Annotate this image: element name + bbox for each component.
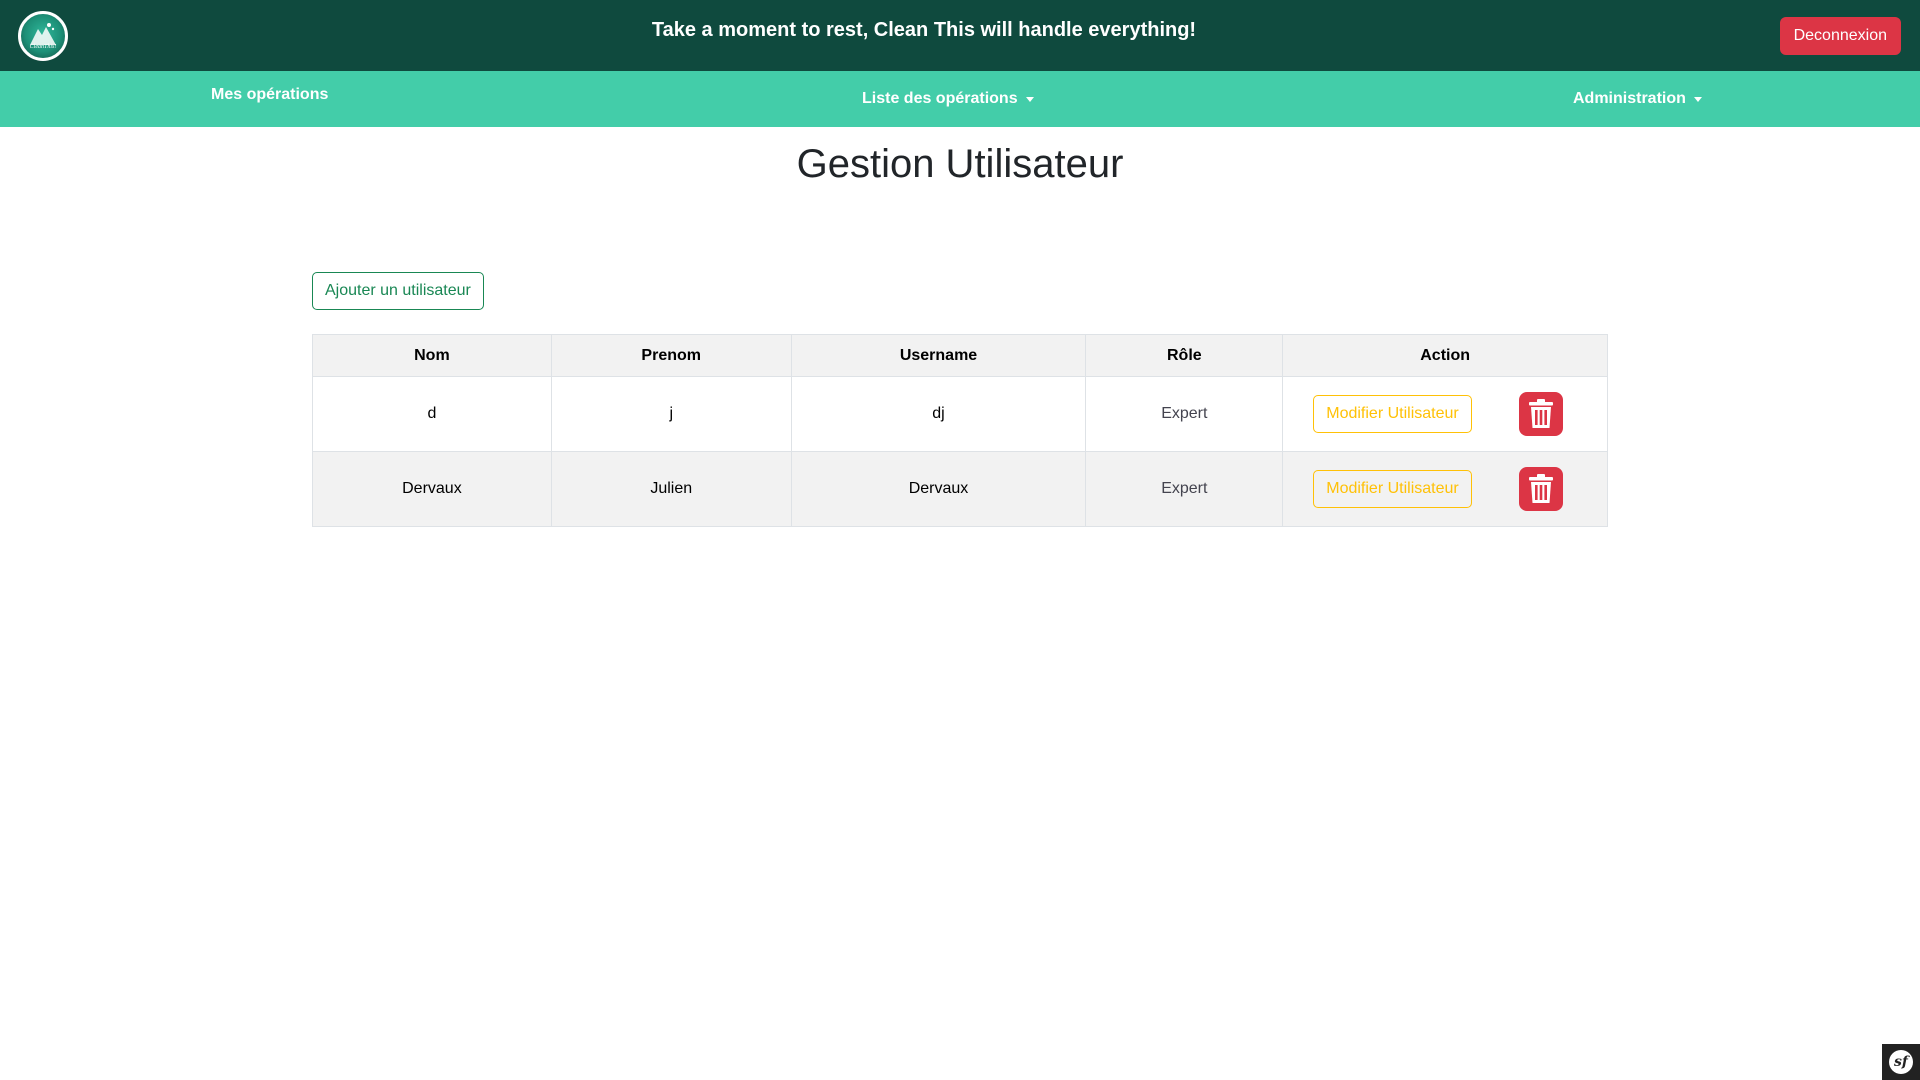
cell-role: Expert: [1085, 376, 1284, 452]
logout-button[interactable]: Deconnexion: [1779, 17, 1901, 55]
edit-user-button[interactable]: Modifier Utilisateur: [1313, 470, 1472, 508]
delete-user-button[interactable]: [1519, 392, 1564, 436]
nav-my-operations[interactable]: Mes opérations: [211, 67, 328, 123]
nav-operations-list-dropdown[interactable]: Liste des opérations: [862, 71, 1034, 127]
cell-action: Modifier Utilisateur: [1282, 451, 1608, 527]
cell-username: dj: [790, 376, 1087, 452]
column-header-nom: Nom: [312, 334, 552, 377]
table-row: Dervaux Julien Dervaux Expert Modifier U…: [312, 451, 1608, 527]
nav-administration-label: Administration: [1573, 90, 1686, 107]
cell-nom: Dervaux: [312, 451, 552, 527]
trash-icon: [1529, 399, 1554, 428]
delete-user-button[interactable]: [1519, 467, 1564, 511]
cell-role: Expert: [1085, 451, 1284, 527]
page-title: Gestion Utilisateur: [796, 142, 1124, 186]
table-row: d j dj Expert Modifier Utilisateur: [312, 376, 1608, 452]
nav-administration-dropdown[interactable]: Administration: [1573, 71, 1702, 127]
top-header: CleanThis! Take a moment to rest, Clean …: [0, 0, 1920, 71]
cell-username: Dervaux: [790, 451, 1087, 527]
edit-user-button[interactable]: Modifier Utilisateur: [1313, 395, 1472, 433]
column-header-prenom: Prenom: [550, 334, 792, 377]
add-user-button[interactable]: Ajouter un utilisateur: [312, 272, 484, 310]
users-table: Nom Prenom Username Rôle Action d j dj E…: [312, 334, 1608, 527]
caret-down-icon: [1025, 96, 1034, 102]
cell-prenom: j: [550, 376, 792, 452]
trash-icon: [1529, 474, 1554, 503]
main-navbar: Mes opérations Liste des opérations Admi…: [0, 71, 1920, 127]
column-header-username: Username: [790, 334, 1087, 377]
cell-prenom: Julien: [550, 451, 792, 527]
header-tagline: Take a moment to rest, Clean This will h…: [651, 19, 1197, 41]
caret-down-icon: [1693, 96, 1702, 102]
nav-my-operations-label: Mes opérations: [211, 86, 329, 103]
symfony-icon: sf: [1889, 1050, 1913, 1074]
symfony-toolbar-toggle[interactable]: sf: [1882, 1044, 1920, 1080]
svg-text:CleanThis!: CleanThis!: [30, 44, 57, 50]
column-header-action: Action: [1282, 334, 1608, 377]
column-header-role: Rôle: [1085, 334, 1284, 377]
table-header-row: Nom Prenom Username Rôle Action: [312, 334, 1608, 377]
nav-operations-list-label: Liste des opérations: [862, 90, 1018, 107]
cell-action: Modifier Utilisateur: [1282, 376, 1608, 452]
cell-nom: d: [312, 376, 552, 452]
